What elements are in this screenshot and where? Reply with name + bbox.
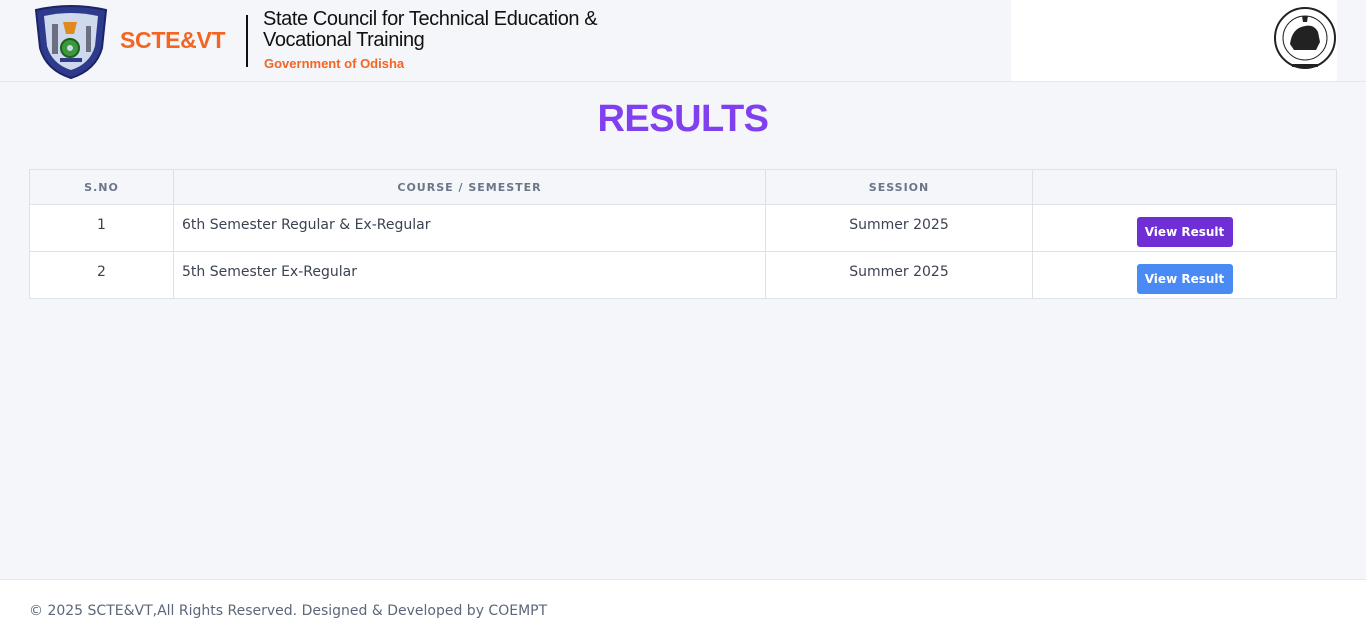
brand-name-line2: Vocational Training [263,29,425,51]
brand-name-line1: State Council for Technical Education & [263,8,598,30]
cell-sno: 1 [29,204,174,252]
table-row: 2 5th Semester Ex-Regular Summer 2025 Vi… [29,251,1337,299]
cell-sno: 2 [29,251,174,299]
scte-vt-emblem-icon [34,5,108,80]
brand-full-name: State Council for Technical Education & … [263,8,598,51]
view-result-button[interactable]: View Result [1136,264,1233,294]
cell-course: 6th Semester Regular & Ex-Regular [173,204,766,252]
site-footer: © 2025 SCTE&VT,All Rights Reserved. Desi… [0,579,1366,643]
cell-course: 5th Semester Ex-Regular [173,251,766,299]
view-result-button[interactable]: View Result [1136,217,1233,247]
cell-action: View Result [1032,204,1337,252]
header-action [1032,169,1337,205]
site-header: SCTE&VT State Council for Technical Educ… [0,0,1366,82]
page-title: RESULTS [597,98,769,140]
brand-short-name: SCTE&VT [120,27,226,53]
cell-action: View Result [1032,251,1337,299]
cell-session: Summer 2025 [765,204,1033,252]
brand-government: Government of Odisha [264,56,405,71]
cell-session: Summer 2025 [765,251,1033,299]
header-session: SESSION [765,169,1033,205]
footer-copyright: © 2025 SCTE&VT,All Rights Reserved. Desi… [29,603,548,619]
table-header-row: S.NO COURSE / SEMESTER SESSION [29,169,1337,205]
header-sno: S.NO [29,169,174,205]
brand-divider [246,15,248,67]
header-course: COURSE / SEMESTER [173,169,766,205]
table-row: 1 6th Semester Regular & Ex-Regular Summ… [29,204,1337,252]
results-table: S.NO COURSE / SEMESTER SESSION 1 6th Sem… [29,169,1337,299]
odisha-state-emblem-icon [1274,7,1336,69]
